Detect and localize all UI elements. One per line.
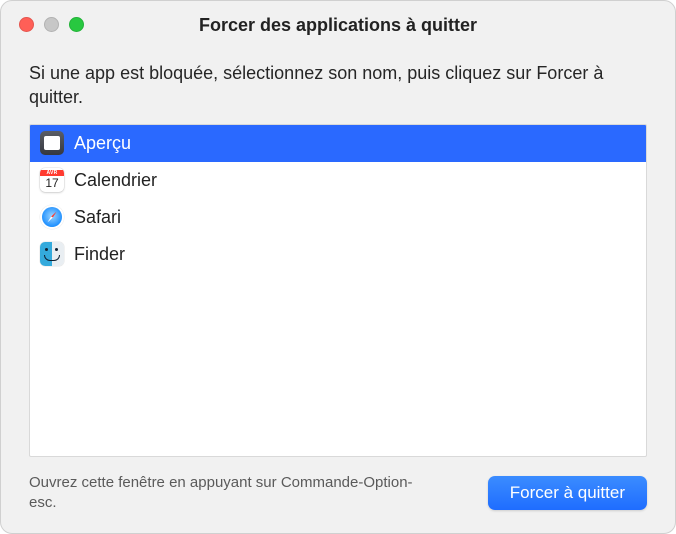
app-list[interactable]: Aperçu AVR 17 Calendrier Safari Finder [29, 124, 647, 457]
app-row-finder[interactable]: Finder [30, 236, 646, 273]
app-row-apercu[interactable]: Aperçu [30, 125, 646, 162]
shortcut-hint: Ouvrez cette fenêtre en appuyant sur Com… [29, 473, 429, 514]
close-window-button[interactable] [19, 17, 34, 32]
app-name-label: Safari [74, 207, 121, 228]
footer: Ouvrez cette fenêtre en appuyant sur Com… [29, 457, 647, 514]
traffic-lights [19, 17, 84, 32]
calendar-icon-day: 17 [45, 176, 58, 190]
preview-icon [40, 131, 64, 155]
force-quit-button[interactable]: Forcer à quitter [488, 476, 647, 510]
app-row-calendrier[interactable]: AVR 17 Calendrier [30, 162, 646, 199]
calendar-icon: AVR 17 [40, 168, 64, 192]
app-name-label: Aperçu [74, 133, 131, 154]
zoom-window-button[interactable] [69, 17, 84, 32]
app-row-safari[interactable]: Safari [30, 199, 646, 236]
titlebar: Forcer des applications à quitter [1, 1, 675, 49]
window-title: Forcer des applications à quitter [1, 15, 675, 36]
app-name-label: Finder [74, 244, 125, 265]
app-name-label: Calendrier [74, 170, 157, 191]
minimize-window-button [44, 17, 59, 32]
force-quit-window: Forcer des applications à quitter Si une… [0, 0, 676, 534]
instructions-text: Si une app est bloquée, sélectionnez son… [29, 61, 647, 110]
content-area: Si une app est bloquée, sélectionnez son… [1, 49, 675, 533]
safari-icon [40, 205, 64, 229]
finder-icon [40, 242, 64, 266]
